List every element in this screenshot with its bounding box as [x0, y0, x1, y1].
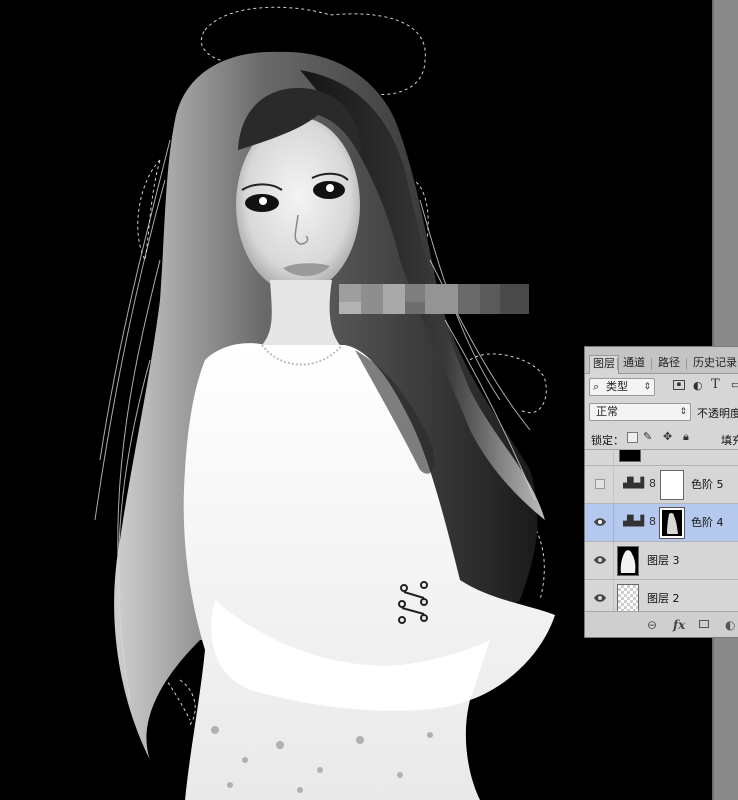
layer-row-partial[interactable] [585, 450, 738, 466]
eye-icon[interactable] [594, 593, 606, 603]
blend-mode-label: 正常 [596, 405, 618, 418]
link-icon[interactable]: ⊖ [647, 619, 657, 631]
levels-adjustment-icon: ▟▙▟ [623, 478, 644, 489]
layer-thumbnail[interactable] [617, 546, 639, 576]
type-filter-icon[interactable]: T [711, 378, 720, 392]
layer-row-layer-3[interactable]: 图层 3 [585, 542, 738, 580]
lock-move-icon[interactable]: ✥ [663, 430, 672, 444]
layer-name[interactable]: 图层 2 [647, 592, 680, 606]
layer-thumbnail[interactable] [617, 584, 639, 612]
layer-row-layer-2[interactable]: 图层 2 [585, 580, 738, 612]
layer-mask-thumbnail[interactable] [660, 470, 684, 500]
adjustment-filter-icon[interactable]: ◐ [693, 379, 703, 393]
opacity-label: 不透明度 [697, 407, 738, 420]
visibility-off-box[interactable] [595, 479, 605, 489]
layer-name[interactable]: 色阶 4 [691, 516, 724, 530]
panel-tabs: 图层 通道 路径 历史记录 [585, 347, 738, 374]
tab-layers[interactable]: 图层 [589, 355, 619, 374]
tab-paths[interactable]: 路径 [658, 355, 680, 374]
levels-adjustment-icon: ▟▙▟ [623, 516, 644, 527]
blend-mode-select[interactable]: 正常 ⇕ [589, 403, 691, 421]
mask-icon[interactable] [699, 620, 709, 628]
layer-mask-thumbnail[interactable] [659, 507, 685, 539]
panel-footer: ⊖ fx ◐ [585, 611, 738, 637]
stepper-icon: ⇕ [679, 407, 687, 417]
layer-name[interactable]: 色阶 5 [691, 478, 724, 492]
lock-label: 锁定： [591, 434, 624, 447]
eye-icon[interactable] [594, 517, 606, 527]
adjustment-icon[interactable]: ◐ [725, 619, 735, 631]
search-icon: ⌕ [593, 380, 600, 393]
layer-row-levels-4[interactable]: ▟▙▟ 8 色阶 4 [585, 504, 738, 542]
shape-filter-icon[interactable]: ▭ [731, 378, 738, 392]
chain-link-icon[interactable]: 8 [649, 477, 656, 490]
eye-icon[interactable] [594, 555, 606, 565]
stepper-icon: ⇕ [643, 382, 651, 392]
layer-thumbnail [619, 450, 641, 462]
chain-link-icon[interactable]: 8 [649, 515, 656, 528]
image-filter-icon[interactable]: ▪ [673, 380, 685, 390]
lock-transparent-icon[interactable] [627, 432, 638, 443]
layers-panel: 图层 通道 路径 历史记录 ⌕ 类型 ⇕ ▪ ◐ T ▭ 正常 ⇕ 不透明度 锁… [584, 346, 738, 638]
lock-all-icon[interactable]: 🔒︎ [683, 430, 689, 444]
layer-filter-select[interactable]: ⌕ 类型 ⇕ [589, 378, 655, 396]
fill-label: 填充 [721, 434, 738, 447]
fx-icon[interactable]: fx [673, 619, 685, 631]
mosaic-blur [339, 284, 529, 314]
tab-channels[interactable]: 通道 [623, 355, 645, 374]
layer-row-levels-5[interactable]: ▟▙▟ 8 色阶 5 [585, 466, 738, 504]
lock-brush-icon[interactable]: ✎ [643, 430, 652, 444]
layer-filter-label: 类型 [606, 380, 628, 393]
tab-history[interactable]: 历史记录 [693, 355, 737, 374]
layer-name[interactable]: 图层 3 [647, 554, 680, 568]
layers-list: ▟▙▟ 8 色阶 5 ▟▙▟ 8 色阶 4 图层 3 图层 2 [585, 449, 738, 612]
